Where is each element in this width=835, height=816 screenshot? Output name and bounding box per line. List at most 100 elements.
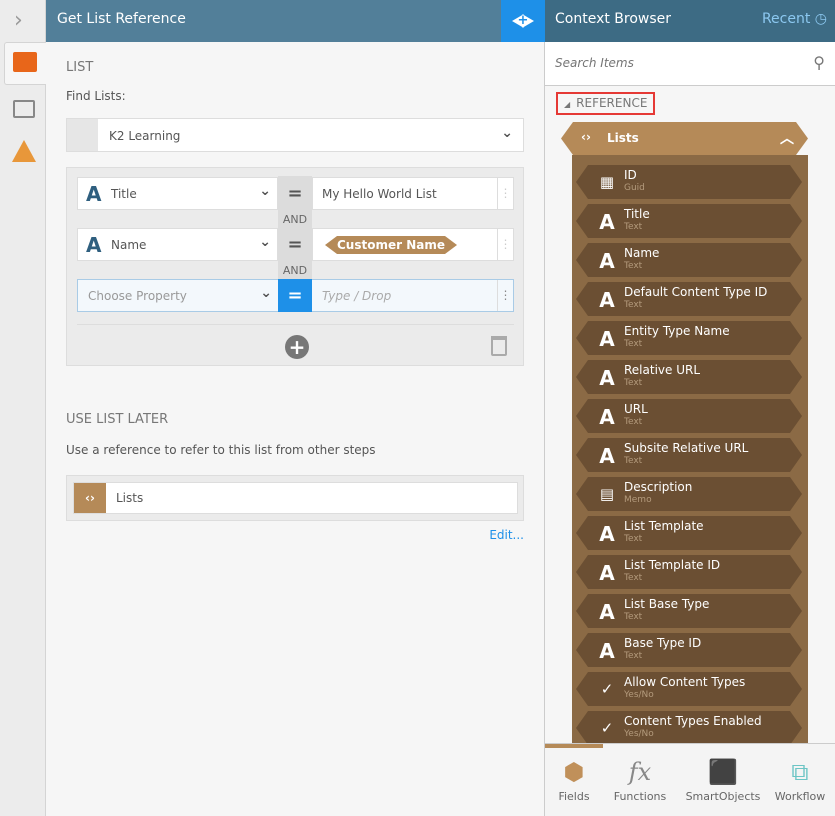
chevron-up-icon: ︿ [780,131,794,147]
yesno-type-icon: ✓ [600,719,614,737]
value-field[interactable]: Customer Name ⋮ [312,228,514,261]
drag-handle-icon[interactable]: ⋮ [497,229,513,260]
field-name: Allow Content Types [624,675,746,689]
tab-functions[interactable]: fx Functions [604,754,676,803]
field-type: Text [624,612,643,622]
field-name: Base Type ID [624,636,702,650]
field-type: Text [624,417,643,427]
section-list-heading: LIST [66,60,94,75]
operator-equals[interactable]: = [278,177,312,210]
reference-value: Lists [116,491,144,505]
fields-icon: ⬢ [563,758,585,786]
field-item[interactable]: A List Template Text [576,516,802,550]
field-name: URL [624,402,648,416]
reference-label: REFERENCE [576,96,648,110]
tab-smartobjects[interactable]: ⬛ SmartObjects [684,754,762,803]
add-filter-button[interactable]: + [285,335,309,359]
field-item[interactable]: A Name Text [576,243,802,277]
field-item[interactable]: A Subsite Relative URL Text [576,438,802,472]
step-title: Get List Reference [46,0,501,42]
tab-fields[interactable]: ⬢ Fields [538,754,610,803]
field-type: Text [624,573,643,583]
expand-chevron-icon[interactable]: › [14,8,23,33]
workflow-icon: ⧉ [791,758,809,786]
field-item[interactable]: A Base Type ID Text [576,633,802,667]
reference-panel: ‹› Lists [66,475,524,521]
lists-group-header[interactable]: ‹› Lists ︿ [561,122,808,155]
property-value: Title [111,187,137,201]
text-type-icon: A [599,444,615,468]
search-icon[interactable]: ⚲ [813,53,825,72]
operator-equals[interactable]: = [278,279,312,312]
choose-property-dropdown[interactable]: Choose Property ⌄ [77,279,278,312]
collapse-triangle-icon: ◢ [564,100,571,109]
search-input[interactable] [555,56,795,70]
reference-category[interactable]: ◢ REFERENCE [556,92,655,115]
value-drop-field[interactable]: Type / Drop ⋮ [312,279,514,312]
text-type-icon: A [86,182,102,206]
tab-label: Workflow [774,790,826,803]
field-type: Text [624,261,643,271]
text-type-icon: A [599,288,615,312]
field-name: Default Content Type ID [624,285,768,299]
text-type-icon: A [599,522,615,546]
reference-field[interactable]: ‹› Lists [73,482,518,514]
field-item[interactable]: A Entity Type Name Text [576,321,802,355]
trash-icon[interactable] [491,336,507,356]
field-item[interactable]: ▤ Description Memo [576,477,802,511]
tab-label: Functions [613,790,667,803]
tab-properties[interactable] [13,100,35,118]
field-item[interactable]: ✓ Allow Content Types Yes/No [576,672,802,706]
field-item[interactable]: A Title Text [576,204,802,238]
field-item[interactable]: A List Template ID Text [576,555,802,589]
grid-type-icon: ▦ [599,173,615,191]
text-type-icon: A [599,249,615,273]
property-dropdown[interactable]: A Name ⌄ [77,228,278,261]
text-type-icon: A [599,210,615,234]
field-name: List Template [624,519,704,533]
field-type: Text [624,300,643,310]
operator-equals[interactable]: = [278,228,312,261]
field-name: List Template ID [624,558,721,572]
text-type-icon: A [599,600,615,624]
text-type-icon: A [599,639,615,663]
add-icon: + [512,14,534,28]
field-item[interactable]: A URL Text [576,399,802,433]
field-type: Yes/No [624,690,654,700]
field-name: Relative URL [624,363,701,377]
clock-icon: ◷ [814,11,827,27]
field-type: Text [624,222,643,232]
bottom-tabs: ⬢ Fields fx Functions ⬛ SmartObjects ⧉ Workf… [545,743,835,816]
property-dropdown[interactable]: A Title ⌄ [77,177,278,210]
recent-button[interactable]: Recent ◷ [762,11,827,27]
and-joiner: AND [282,264,308,277]
site-dropdown[interactable]: K2 Learning ⌄ [66,118,524,152]
tab-step-config[interactable] [4,42,46,85]
drag-handle-icon[interactable]: ⋮ [497,178,513,209]
recent-label: Recent [761,11,811,27]
field-name: Content Types Enabled [624,714,762,728]
field-type: Memo [624,495,652,505]
list-step-icon [13,52,37,72]
field-name: Name [624,246,660,260]
search-bar: ⚲ [545,42,835,86]
field-item[interactable]: ✓ Content Types Enabled Yes/No [576,711,802,743]
field-type: Text [624,339,643,349]
customer-name-token[interactable]: Customer Name [325,236,457,254]
field-type: Yes/No [624,729,654,739]
field-name: List Base Type [624,597,710,611]
value-field[interactable]: My Hello World List ⋮ [312,177,514,210]
list-reference-icon: ‹› [581,130,591,144]
text-type-icon: A [599,405,615,429]
drag-handle-icon[interactable]: ⋮ [497,280,513,311]
field-item[interactable]: A Relative URL Text [576,360,802,394]
edit-link[interactable]: Edit... [489,528,524,542]
lists-group-label: Lists [607,131,639,145]
field-item[interactable]: ▦ ID Guid [576,165,802,199]
tab-workflow[interactable]: ⧉ Workflow [764,754,835,803]
warning-icon[interactable] [12,140,36,162]
field-item[interactable]: A Default Content Type ID Text [576,282,802,316]
field-item[interactable]: A List Base Type Text [576,594,802,628]
add-step-button[interactable]: + [501,0,545,42]
fx-icon: fx [628,758,652,786]
